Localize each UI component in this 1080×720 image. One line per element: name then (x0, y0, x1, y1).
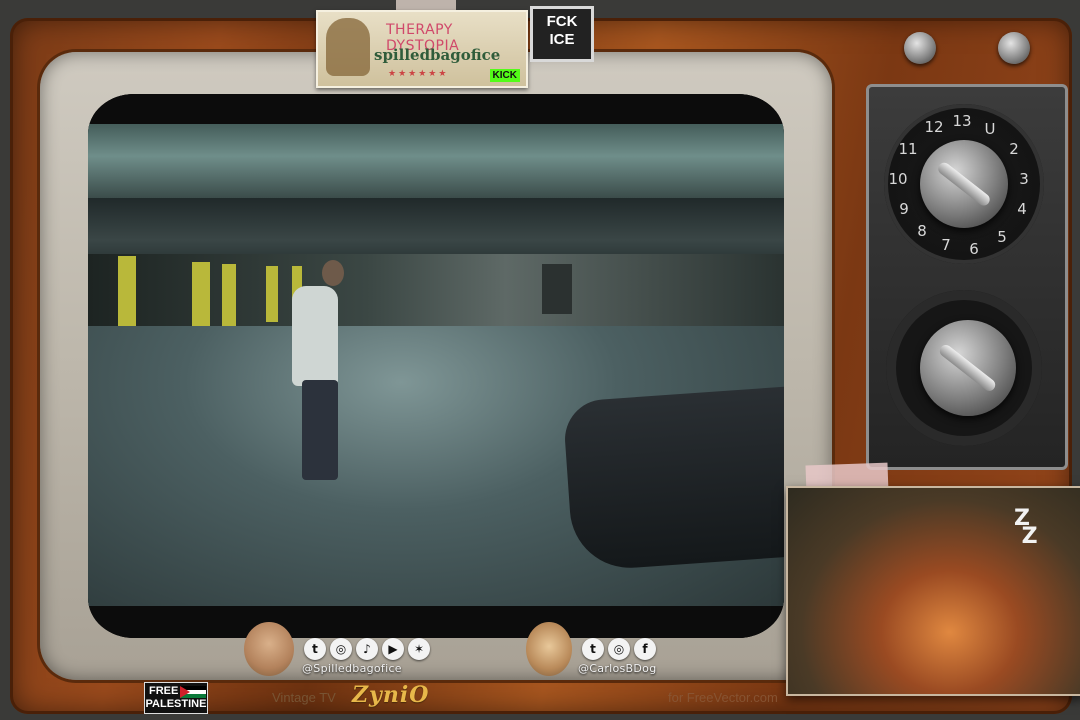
instagram-icon[interactable]: ◎ (330, 638, 352, 660)
dial-number: 7 (941, 236, 951, 254)
dial-number: U (984, 120, 996, 138)
social-icons-left: t ◎ ♪ ▶ ✶ (304, 638, 430, 660)
top-knob-right[interactable] (998, 32, 1030, 64)
channel-knob[interactable] (920, 140, 1008, 228)
scene-pillar (266, 266, 278, 322)
youtube-icon[interactable]: ▶ (382, 638, 404, 660)
instagram-icon[interactable]: ◎ (608, 638, 630, 660)
scene-pillar (222, 264, 236, 328)
scene-person-head (322, 260, 344, 286)
handle-spilledbagofice[interactable]: @Spilledbagofice (302, 662, 402, 675)
dial-number: 6 (969, 240, 979, 258)
dial-number: 13 (952, 112, 972, 130)
letterbox-top (88, 94, 784, 124)
scene-person-legs (302, 380, 338, 480)
dial-number: 3 (1019, 170, 1029, 188)
volume-knob-grip (937, 342, 999, 394)
dial-number: 2 (1009, 140, 1019, 158)
tiktok-icon[interactable]: ♪ (356, 638, 378, 660)
facebook-icon[interactable]: f (634, 638, 656, 660)
twitter-icon[interactable]: t (304, 638, 326, 660)
dial-number: 4 (1017, 200, 1027, 218)
zynio-brand: ZyniO (352, 682, 430, 708)
volume-knob[interactable] (920, 320, 1016, 416)
dial-number: 5 (997, 228, 1007, 246)
free-palestine-line2: PALESTINE (145, 698, 207, 710)
sleeping-zzz-icon: Z Z (1014, 506, 1038, 549)
dog-silhouette-icon (326, 18, 370, 76)
scene-car (562, 386, 784, 572)
handle-carlosbdog[interactable]: @CarlosBDog (578, 662, 657, 675)
scene-person-body (292, 286, 338, 386)
scene-ceiling (88, 122, 784, 198)
twitter-icon[interactable]: t (582, 638, 604, 660)
avatar-carlosbdog (526, 622, 572, 676)
dial-number: 8 (917, 222, 927, 240)
banner-handle: spilledbagofice (374, 46, 501, 64)
avatar-spilledbagofice (244, 622, 294, 676)
top-knob-left[interactable] (904, 32, 936, 64)
therapy-dystopia-banner[interactable]: THERAPY DYSTOPIA spilledbagofice ★★★★★★ … (316, 10, 528, 88)
vintage-tv-label: Vintage TV (272, 690, 336, 705)
dial-number: 9 (899, 200, 909, 218)
social-icons-right: t ◎ f (582, 638, 656, 660)
kick-badge: KICK (489, 69, 520, 82)
video-screen[interactable] (88, 94, 784, 638)
fck-ice-line1: FCK (546, 13, 578, 30)
banner-stars: ★★★★★★ (388, 68, 449, 78)
palestine-flag-triangle (180, 686, 190, 698)
scene-door (542, 264, 572, 314)
freevector-credit: for FreeVector.com (668, 690, 778, 705)
dial-number: 10 (888, 170, 908, 188)
letterbox-bottom (88, 606, 784, 638)
dial-number: 11 (898, 140, 918, 158)
channel-knob-grip (936, 160, 992, 208)
bluesky-icon[interactable]: ✶ (408, 638, 430, 660)
dial-number: 12 (924, 118, 944, 136)
scene-pillar (192, 262, 210, 332)
fck-ice-line2: ICE (549, 31, 575, 48)
fck-ice-sticker: FCK ICE (530, 6, 594, 62)
